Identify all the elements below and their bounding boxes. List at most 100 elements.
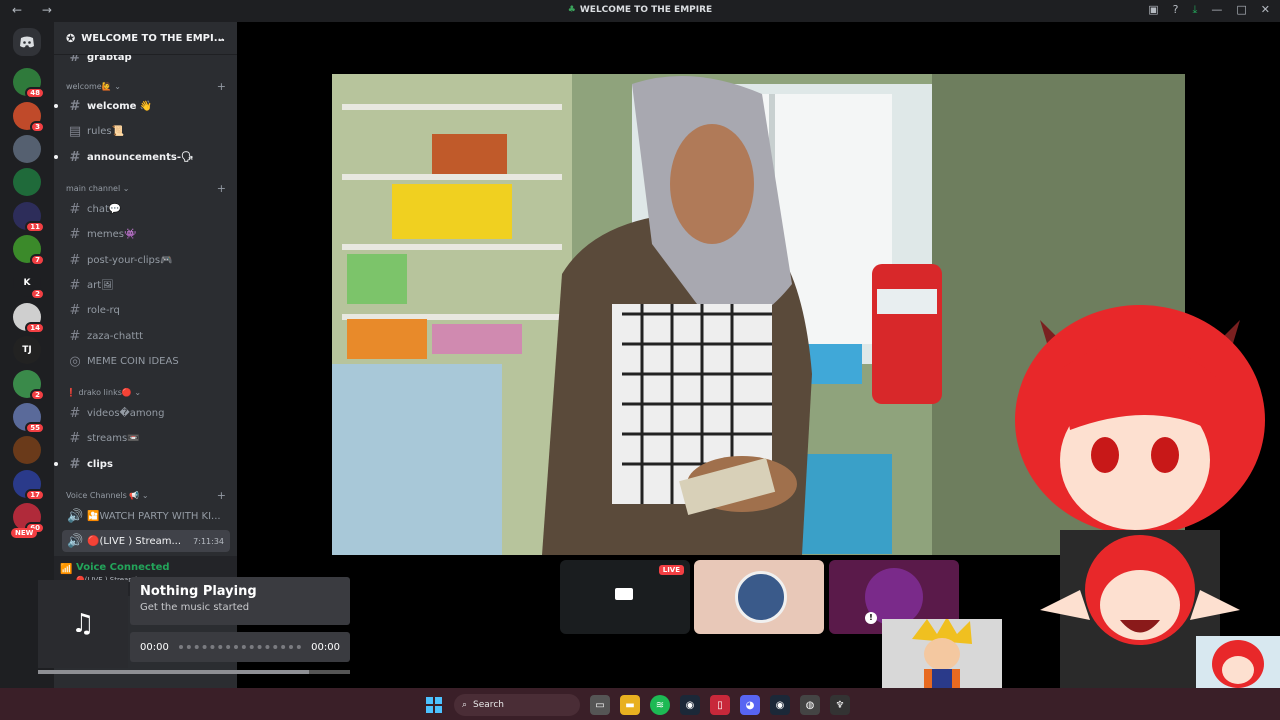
seek-track[interactable] (178, 645, 302, 649)
server-icon[interactable]: K2 (13, 269, 45, 300)
unread-dot (54, 462, 58, 466)
server-header[interactable]: ✪ WELCOME TO THE EMPI... ⌄ (54, 22, 237, 55)
category-main[interactable]: main channel ⌄ + (66, 182, 226, 195)
minimize-button[interactable]: — (1211, 3, 1222, 17)
discord-home-icon[interactable] (13, 28, 41, 56)
mention-badge: 2 (30, 288, 45, 300)
channel-welcome[interactable]: # welcome 👋 (54, 95, 230, 117)
voice-channel-live-stream[interactable]: 🔊 🔴(LIVE ) Stream... 7:11:34 (62, 530, 230, 552)
add-channel-icon[interactable]: + (217, 489, 226, 502)
voice-status[interactable]: Voice Connected (76, 562, 170, 573)
speaker-icon: 🔊 (67, 508, 84, 524)
server-icon[interactable]: 3 (13, 102, 45, 133)
vtuber-avatar-overlay (1000, 290, 1280, 690)
channel-streams[interactable]: # streams📼 (62, 427, 230, 449)
channel-label: welcome 👋 (87, 100, 153, 112)
task-view-icon[interactable]: ▭ (590, 695, 610, 715)
hash-icon: # (69, 328, 81, 344)
taskbar: ⌕ Search ▭ ▬ ≋ ◉ ▯ ◕ ◉ ◍ ♆ (0, 688, 1280, 720)
mention-badge: 48 (25, 87, 45, 99)
mention-badge: 2 (30, 389, 45, 401)
channel-chat[interactable]: # chat💬 (62, 198, 230, 220)
stage-icon: ◎ (69, 353, 81, 369)
participant-tile-avatar[interactable] (694, 560, 824, 634)
channel-label: 🎦WATCH PARTY WITH KI... (87, 510, 221, 522)
unread-dot (54, 155, 58, 159)
rules-icon: ▤ (68, 123, 82, 139)
channel-clips[interactable]: # clips (54, 453, 230, 475)
channel-role-rq[interactable]: # role-rq (62, 299, 230, 321)
server-icon[interactable]: 2 (13, 370, 45, 401)
close-button[interactable]: ✕ (1261, 3, 1270, 17)
mention-badge: 17 (25, 489, 45, 501)
hash-icon: # (69, 456, 81, 472)
red-app-icon[interactable]: ▯ (710, 695, 730, 715)
channel-meme-coin-ideas[interactable]: ◎ MEME COIN IDEAS (62, 350, 230, 372)
mention-badge: 55 (25, 422, 45, 434)
channel-label: post-your-clips🎮 (87, 254, 173, 266)
voice-channel-watch-party[interactable]: 🔊 🎦WATCH PARTY WITH KI... (62, 505, 230, 527)
server-icon[interactable] (13, 135, 41, 163)
chevron-down-icon: ⌄ (216, 32, 225, 44)
category-drako-links[interactable]: ❗ drako links🔴 ⌄ (66, 388, 226, 397)
server-icon[interactable]: 60 (13, 503, 45, 534)
channel-rules[interactable]: ▤ rules📜 (62, 120, 230, 142)
category-voice[interactable]: Voice Channels 📢 ⌄ + (66, 489, 226, 502)
channel-label: role-rq (87, 304, 120, 316)
mention-badge: 11 (25, 221, 45, 233)
server-icon[interactable]: 14 (13, 303, 45, 334)
inbox-icon[interactable]: ▣ (1148, 3, 1158, 17)
hash-icon: # (69, 98, 81, 114)
time-start: 00:00 (140, 641, 169, 653)
server-icon[interactable] (13, 436, 41, 464)
chrome-icon[interactable]: ◍ (800, 695, 820, 715)
participant-tile-screen[interactable]: LIVE (560, 560, 690, 634)
server-icon[interactable]: 48 (13, 68, 45, 99)
new-badge: NEW (11, 528, 38, 538)
hash-icon: # (69, 226, 81, 242)
spotify-icon[interactable]: ≋ (650, 695, 670, 715)
channel-videos[interactable]: # videos�among (62, 402, 230, 424)
channel-art[interactable]: # art🖼 (62, 274, 230, 296)
app-icon[interactable]: ♆ (830, 695, 850, 715)
channel-memes[interactable]: # memes👾 (62, 223, 230, 245)
channel-announcements[interactable]: # announcements-🗣 (54, 146, 230, 168)
add-channel-icon[interactable]: + (217, 80, 226, 93)
screen-share-icon (615, 588, 633, 600)
server-icon[interactable]: TJ (13, 336, 41, 364)
server-icon[interactable]: 17 (13, 470, 45, 501)
progress-fill (38, 670, 310, 674)
help-icon[interactable]: ? (1173, 3, 1179, 17)
category-welcome[interactable]: welcome🙋 ⌄ + (66, 80, 226, 93)
steam-2-icon[interactable]: ◉ (770, 695, 790, 715)
window-title: ♣ WELCOME TO THE EMPIRE (0, 5, 1280, 15)
channel-zaza-chattt[interactable]: # zaza-chattt (62, 325, 230, 347)
maximize-button[interactable]: □ (1236, 3, 1246, 17)
discord-taskbar-icon[interactable]: ◕ (740, 695, 760, 715)
alert-icon: ! (865, 612, 877, 624)
playback-bar[interactable]: 00:00 00:00 (130, 632, 350, 662)
channel-label: chat💬 (87, 203, 122, 215)
now-playing-title: Nothing Playing (140, 584, 257, 599)
channel-label: zaza-chattt (87, 330, 144, 342)
server-icon[interactable]: 7 (13, 235, 45, 266)
category-label: ❗ drako links🔴 (66, 388, 132, 397)
file-explorer-icon[interactable]: ▬ (620, 695, 640, 715)
steam-icon[interactable]: ◉ (680, 695, 700, 715)
mention-badge: 3 (30, 121, 45, 133)
channel-post-your-clips[interactable]: # post-your-clips🎮 (62, 249, 230, 271)
windows-start-icon[interactable] (424, 695, 444, 715)
channel-label: announcements-🗣 (87, 151, 194, 163)
taskbar-search[interactable]: ⌕ Search (454, 694, 580, 716)
channel-label: 🔴(LIVE ) Stream... (87, 535, 182, 547)
download-icon[interactable]: ⤓ (1193, 3, 1198, 17)
server-icon[interactable] (13, 168, 41, 196)
add-channel-icon[interactable]: + (217, 182, 226, 195)
signal-icon: 📶 (60, 564, 73, 575)
server-icon[interactable]: 55 (13, 403, 45, 434)
chibi-sticker-overlay (1196, 636, 1280, 688)
server-icon[interactable]: 11 (13, 202, 45, 233)
goku-sticker-overlay (882, 619, 1002, 688)
channel-label: memes👾 (87, 228, 137, 240)
music-note-icon: ♫ (38, 580, 128, 668)
